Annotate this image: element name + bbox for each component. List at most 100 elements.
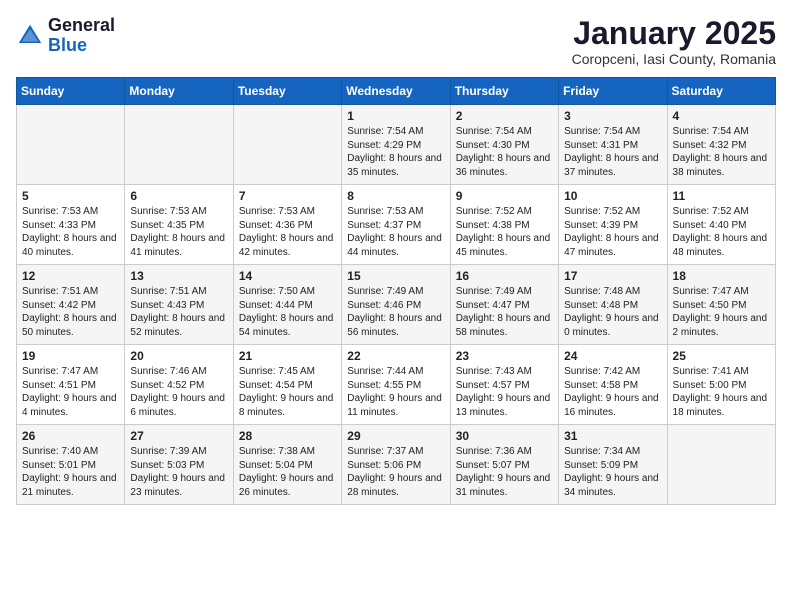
day-number: 17 <box>564 269 661 283</box>
day-info: Sunrise: 7:41 AM Sunset: 5:00 PM Dayligh… <box>673 365 770 419</box>
header-monday: Monday <box>125 78 233 105</box>
logo-general: General <box>48 15 115 35</box>
day-info: Sunrise: 7:53 AM Sunset: 4:37 PM Dayligh… <box>347 205 444 259</box>
day-info: Sunrise: 7:54 AM Sunset: 4:32 PM Dayligh… <box>673 125 770 179</box>
cell-1-6: 11 Sunrise: 7:52 AM Sunset: 4:40 PM Dayli… <box>667 185 775 265</box>
day-number: 5 <box>22 189 119 203</box>
day-info: Sunrise: 7:52 AM Sunset: 4:40 PM Dayligh… <box>673 205 770 259</box>
cell-3-6: 25 Sunrise: 7:41 AM Sunset: 5:00 PM Dayli… <box>667 345 775 425</box>
day-number: 31 <box>564 429 661 443</box>
day-number: 22 <box>347 349 444 363</box>
day-info: Sunrise: 7:52 AM Sunset: 4:38 PM Dayligh… <box>456 205 553 259</box>
day-info: Sunrise: 7:50 AM Sunset: 4:44 PM Dayligh… <box>239 285 336 339</box>
day-number: 21 <box>239 349 336 363</box>
cell-4-4: 30 Sunrise: 7:36 AM Sunset: 5:07 PM Dayli… <box>450 425 558 505</box>
day-number: 14 <box>239 269 336 283</box>
cell-2-5: 17 Sunrise: 7:48 AM Sunset: 4:48 PM Dayli… <box>559 265 667 345</box>
cell-2-3: 15 Sunrise: 7:49 AM Sunset: 4:46 PM Dayli… <box>342 265 450 345</box>
day-number: 27 <box>130 429 227 443</box>
cell-3-0: 19 Sunrise: 7:47 AM Sunset: 4:51 PM Dayli… <box>17 345 125 425</box>
day-info: Sunrise: 7:51 AM Sunset: 4:42 PM Dayligh… <box>22 285 119 339</box>
day-info: Sunrise: 7:53 AM Sunset: 4:36 PM Dayligh… <box>239 205 336 259</box>
day-info: Sunrise: 7:43 AM Sunset: 4:57 PM Dayligh… <box>456 365 553 419</box>
cell-0-0 <box>17 105 125 185</box>
cell-4-0: 26 Sunrise: 7:40 AM Sunset: 5:01 PM Dayli… <box>17 425 125 505</box>
calendar-title: January 2025 <box>572 16 776 51</box>
day-info: Sunrise: 7:48 AM Sunset: 4:48 PM Dayligh… <box>564 285 661 339</box>
day-number: 18 <box>673 269 770 283</box>
cell-1-1: 6 Sunrise: 7:53 AM Sunset: 4:35 PM Daylig… <box>125 185 233 265</box>
day-number: 3 <box>564 109 661 123</box>
day-info: Sunrise: 7:53 AM Sunset: 4:35 PM Dayligh… <box>130 205 227 259</box>
day-number: 23 <box>456 349 553 363</box>
day-number: 24 <box>564 349 661 363</box>
week-row-2: 5 Sunrise: 7:53 AM Sunset: 4:33 PM Daylig… <box>17 185 776 265</box>
day-number: 29 <box>347 429 444 443</box>
day-info: Sunrise: 7:37 AM Sunset: 5:06 PM Dayligh… <box>347 445 444 499</box>
header-friday: Friday <box>559 78 667 105</box>
day-number: 30 <box>456 429 553 443</box>
day-number: 12 <box>22 269 119 283</box>
cell-4-2: 28Sunrise: 7:38 AM Sunset: 5:04 PM Dayli… <box>233 425 341 505</box>
cell-1-0: 5 Sunrise: 7:53 AM Sunset: 4:33 PM Daylig… <box>17 185 125 265</box>
cell-3-4: 23 Sunrise: 7:43 AM Sunset: 4:57 PM Dayli… <box>450 345 558 425</box>
cell-1-3: 8 Sunrise: 7:53 AM Sunset: 4:37 PM Daylig… <box>342 185 450 265</box>
header-tuesday: Tuesday <box>233 78 341 105</box>
week-row-4: 19 Sunrise: 7:47 AM Sunset: 4:51 PM Dayli… <box>17 345 776 425</box>
day-info: Sunrise: 7:46 AM Sunset: 4:52 PM Dayligh… <box>130 365 227 419</box>
cell-4-5: 31 Sunrise: 7:34 AM Sunset: 5:09 PM Dayli… <box>559 425 667 505</box>
day-number: 19 <box>22 349 119 363</box>
day-number: 25 <box>673 349 770 363</box>
day-number: 20 <box>130 349 227 363</box>
day-number: 8 <box>347 189 444 203</box>
day-number: 1 <box>347 109 444 123</box>
day-number: 10 <box>564 189 661 203</box>
day-info: Sunrise: 7:53 AM Sunset: 4:33 PM Dayligh… <box>22 205 119 259</box>
day-info: Sunrise: 7:47 AM Sunset: 4:51 PM Dayligh… <box>22 365 119 419</box>
day-number: 9 <box>456 189 553 203</box>
day-info: Sunrise: 7:47 AM Sunset: 4:50 PM Dayligh… <box>673 285 770 339</box>
day-number: 15 <box>347 269 444 283</box>
title-block: January 2025 Coropceni, Iasi County, Rom… <box>572 16 776 67</box>
header-row: SundayMondayTuesdayWednesdayThursdayFrid… <box>17 78 776 105</box>
day-number: 4 <box>673 109 770 123</box>
day-info: Sunrise: 7:54 AM Sunset: 4:31 PM Dayligh… <box>564 125 661 179</box>
day-number: 6 <box>130 189 227 203</box>
calendar-body: 1Sunrise: 7:54 AM Sunset: 4:29 PM Daylig… <box>17 105 776 505</box>
day-number: 11 <box>673 189 770 203</box>
day-number: 7 <box>239 189 336 203</box>
header-thursday: Thursday <box>450 78 558 105</box>
week-row-1: 1Sunrise: 7:54 AM Sunset: 4:29 PM Daylig… <box>17 105 776 185</box>
header-wednesday: Wednesday <box>342 78 450 105</box>
day-number: 26 <box>22 429 119 443</box>
day-info: Sunrise: 7:36 AM Sunset: 5:07 PM Dayligh… <box>456 445 553 499</box>
header-saturday: Saturday <box>667 78 775 105</box>
day-info: Sunrise: 7:42 AM Sunset: 4:58 PM Dayligh… <box>564 365 661 419</box>
page-header: General Blue January 2025 Coropceni, Ias… <box>16 16 776 67</box>
cell-0-4: 2Sunrise: 7:54 AM Sunset: 4:30 PM Daylig… <box>450 105 558 185</box>
day-info: Sunrise: 7:52 AM Sunset: 4:39 PM Dayligh… <box>564 205 661 259</box>
day-info: Sunrise: 7:49 AM Sunset: 4:47 PM Dayligh… <box>456 285 553 339</box>
day-info: Sunrise: 7:49 AM Sunset: 4:46 PM Dayligh… <box>347 285 444 339</box>
cell-2-0: 12 Sunrise: 7:51 AM Sunset: 4:42 PM Dayli… <box>17 265 125 345</box>
day-info: Sunrise: 7:45 AM Sunset: 4:54 PM Dayligh… <box>239 365 336 419</box>
day-info: Sunrise: 7:40 AM Sunset: 5:01 PM Dayligh… <box>22 445 119 499</box>
cell-3-5: 24 Sunrise: 7:42 AM Sunset: 4:58 PM Dayli… <box>559 345 667 425</box>
cell-4-1: 27 Sunrise: 7:39 AM Sunset: 5:03 PM Dayli… <box>125 425 233 505</box>
calendar-table: SundayMondayTuesdayWednesdayThursdayFrid… <box>16 77 776 505</box>
day-number: 28 <box>239 429 336 443</box>
day-number: 2 <box>456 109 553 123</box>
logo-icon <box>16 22 44 50</box>
logo: General Blue <box>16 16 115 56</box>
cell-3-3: 22 Sunrise: 7:44 AM Sunset: 4:55 PM Dayli… <box>342 345 450 425</box>
day-info: Sunrise: 7:34 AM Sunset: 5:09 PM Dayligh… <box>564 445 661 499</box>
cell-2-6: 18 Sunrise: 7:47 AM Sunset: 4:50 PM Dayli… <box>667 265 775 345</box>
week-row-3: 12 Sunrise: 7:51 AM Sunset: 4:42 PM Dayli… <box>17 265 776 345</box>
logo-text: General Blue <box>48 16 115 56</box>
day-info: Sunrise: 7:39 AM Sunset: 5:03 PM Dayligh… <box>130 445 227 499</box>
day-number: 16 <box>456 269 553 283</box>
day-info: Sunrise: 7:44 AM Sunset: 4:55 PM Dayligh… <box>347 365 444 419</box>
logo-blue: Blue <box>48 35 87 55</box>
cell-1-4: 9 Sunrise: 7:52 AM Sunset: 4:38 PM Daylig… <box>450 185 558 265</box>
cell-0-1 <box>125 105 233 185</box>
